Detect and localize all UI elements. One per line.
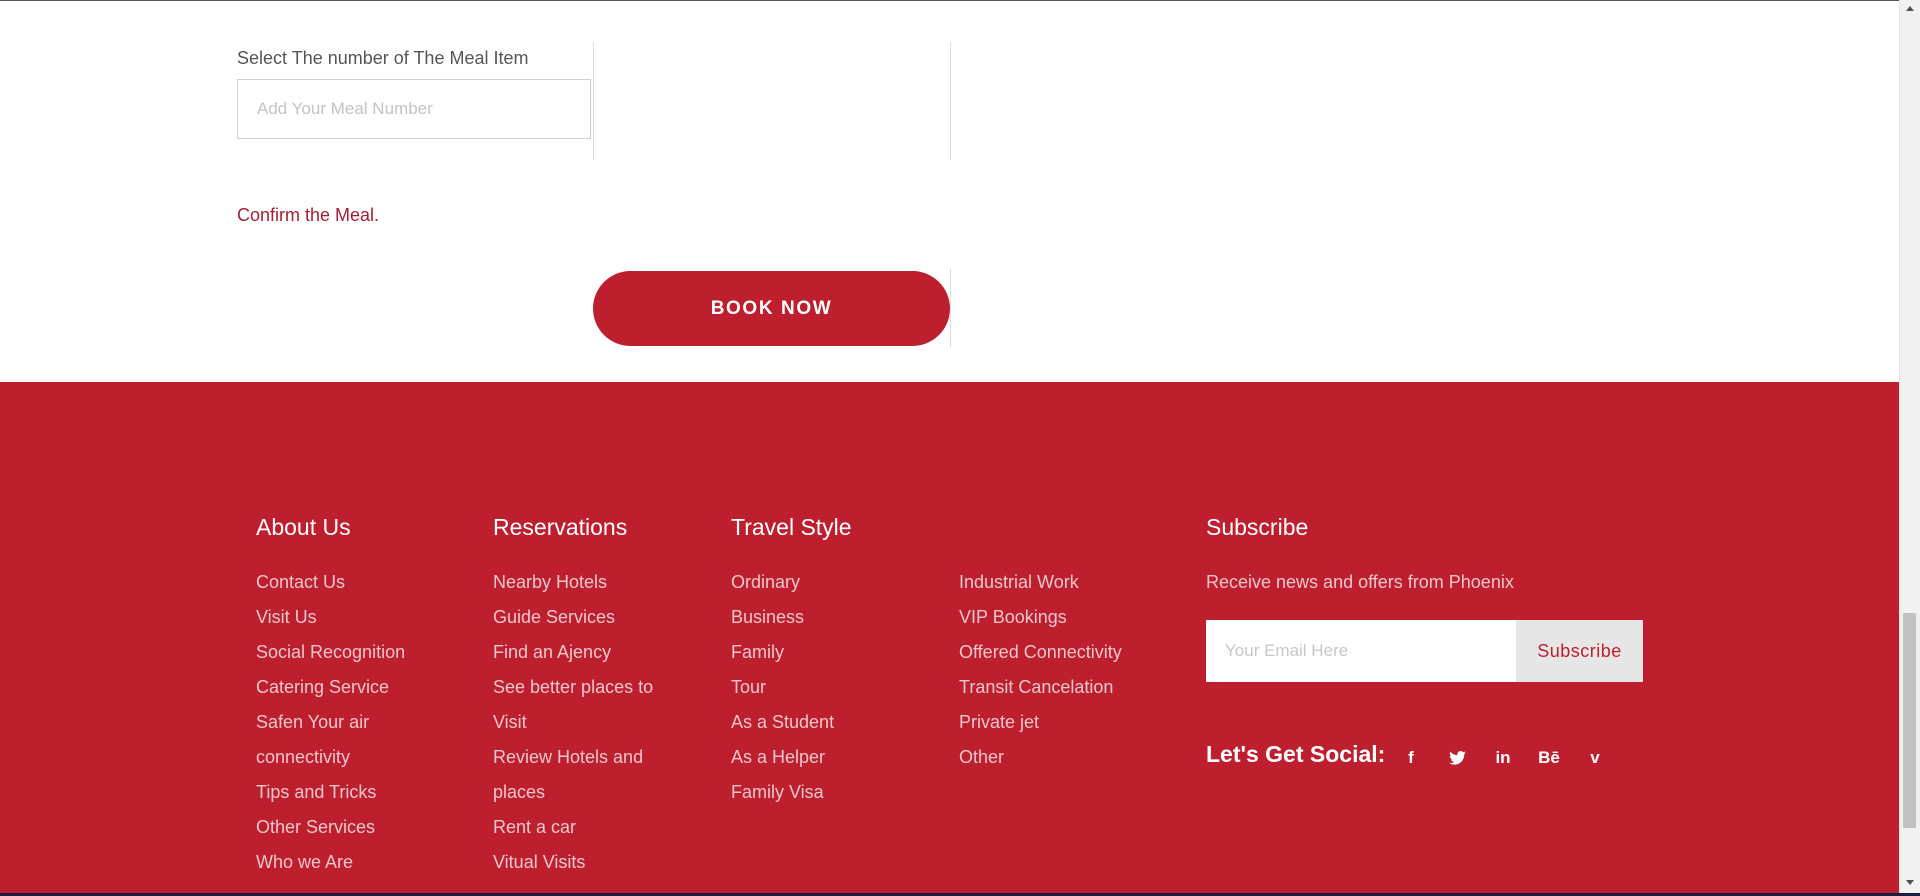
scroll-up-arrow-icon[interactable] bbox=[1906, 6, 1914, 11]
email-input[interactable] bbox=[1206, 620, 1516, 682]
meal-number-input[interactable] bbox=[237, 79, 591, 139]
footer-link[interactable]: Business bbox=[731, 600, 941, 635]
footer-link[interactable]: See better places to Visit bbox=[493, 670, 678, 740]
footer-link[interactable]: Other bbox=[959, 740, 1179, 775]
footer-link[interactable]: Family Visa bbox=[731, 775, 941, 810]
footer-link[interactable]: Nearby Hotels bbox=[493, 565, 678, 600]
travel-style-links: Ordinary Business Family Tour As a Stude… bbox=[731, 565, 941, 810]
footer-link[interactable]: Other Services bbox=[256, 810, 436, 845]
footer-link[interactable]: Contact Us bbox=[256, 565, 436, 600]
linkedin-icon-glyph: in bbox=[1495, 748, 1511, 767]
vertical-scrollbar[interactable] bbox=[1899, 0, 1920, 894]
twitter-icon[interactable] bbox=[1434, 743, 1480, 773]
footer-link[interactable]: Review Hotels and places bbox=[493, 740, 678, 810]
footer: About Us Contact Us Visit Us Social Reco… bbox=[0, 382, 1899, 894]
about-us-heading: About Us bbox=[256, 514, 351, 540]
footer-link[interactable]: VIP Bookings bbox=[959, 600, 1179, 635]
confirm-meal-link[interactable]: Confirm the Meal. bbox=[237, 205, 379, 226]
footer-link[interactable]: Vitual Visits bbox=[493, 845, 678, 880]
footer-link[interactable]: Family bbox=[731, 635, 941, 670]
footer-link[interactable]: Safen Your air connectivity bbox=[256, 705, 436, 775]
footer-link[interactable]: Visit Us bbox=[256, 600, 436, 635]
vimeo-icon[interactable]: v bbox=[1572, 743, 1618, 773]
footer-link[interactable]: Social Recognition bbox=[256, 635, 436, 670]
travel-style-links-more: Industrial Work VIP Bookings Offered Con… bbox=[959, 565, 1179, 775]
meal-number-label: Select The number of The Meal Item bbox=[237, 48, 529, 68]
form-column-divider bbox=[950, 42, 951, 160]
scroll-down-arrow-icon[interactable] bbox=[1906, 880, 1914, 885]
travel-style-heading: Travel Style bbox=[731, 514, 852, 540]
footer-link[interactable]: Industrial Work bbox=[959, 565, 1179, 600]
facebook-icon-glyph: f bbox=[1408, 748, 1414, 767]
reservations-heading: Reservations bbox=[493, 514, 628, 540]
footer-link[interactable]: As a Student bbox=[731, 705, 941, 740]
reservations-links: Nearby Hotels Guide Services Find an Aje… bbox=[493, 565, 678, 880]
about-us-links: Contact Us Visit Us Social Recognition C… bbox=[256, 565, 436, 880]
footer-link[interactable]: As a Helper bbox=[731, 740, 941, 775]
footer-link[interactable]: Transit Cancelation bbox=[959, 670, 1179, 705]
behance-icon-glyph: Bē bbox=[1538, 748, 1560, 767]
footer-link[interactable]: Private jet bbox=[959, 705, 1179, 740]
footer-link[interactable]: Tour bbox=[731, 670, 941, 705]
subscribe-button[interactable]: Subscribe bbox=[1516, 620, 1643, 682]
book-now-button[interactable]: BOOK NOW bbox=[593, 271, 950, 346]
footer-link[interactable]: Find an Ajency bbox=[493, 635, 678, 670]
subscribe-heading: Subscribe bbox=[1206, 514, 1309, 540]
booking-section: Select The number of The Meal Item Confi… bbox=[0, 1, 1899, 382]
linkedin-icon[interactable]: in bbox=[1480, 743, 1526, 773]
social-label: Let's Get Social: bbox=[1206, 741, 1386, 767]
facebook-icon[interactable]: f bbox=[1388, 743, 1434, 773]
form-column-divider bbox=[593, 42, 594, 160]
footer-link[interactable]: Who we Are bbox=[256, 845, 436, 880]
footer-link[interactable]: Guide Services bbox=[493, 600, 678, 635]
vimeo-icon-glyph: v bbox=[1590, 748, 1600, 767]
footer-link[interactable]: Rent a car bbox=[493, 810, 678, 845]
social-icons: f in Bē v bbox=[1388, 743, 1618, 773]
subscribe-description: Receive news and offers from Phoenix bbox=[1206, 572, 1514, 592]
footer-link[interactable]: Ordinary bbox=[731, 565, 941, 600]
behance-icon[interactable]: Bē bbox=[1526, 743, 1572, 773]
form-column-divider bbox=[950, 269, 951, 347]
footer-link[interactable]: Catering Service bbox=[256, 670, 436, 705]
twitter-icon-svg bbox=[1448, 751, 1466, 765]
scrollbar-thumb[interactable] bbox=[1903, 613, 1916, 828]
footer-link[interactable]: Tips and Tricks bbox=[256, 775, 436, 810]
footer-link[interactable]: Offered Connectivity bbox=[959, 635, 1179, 670]
